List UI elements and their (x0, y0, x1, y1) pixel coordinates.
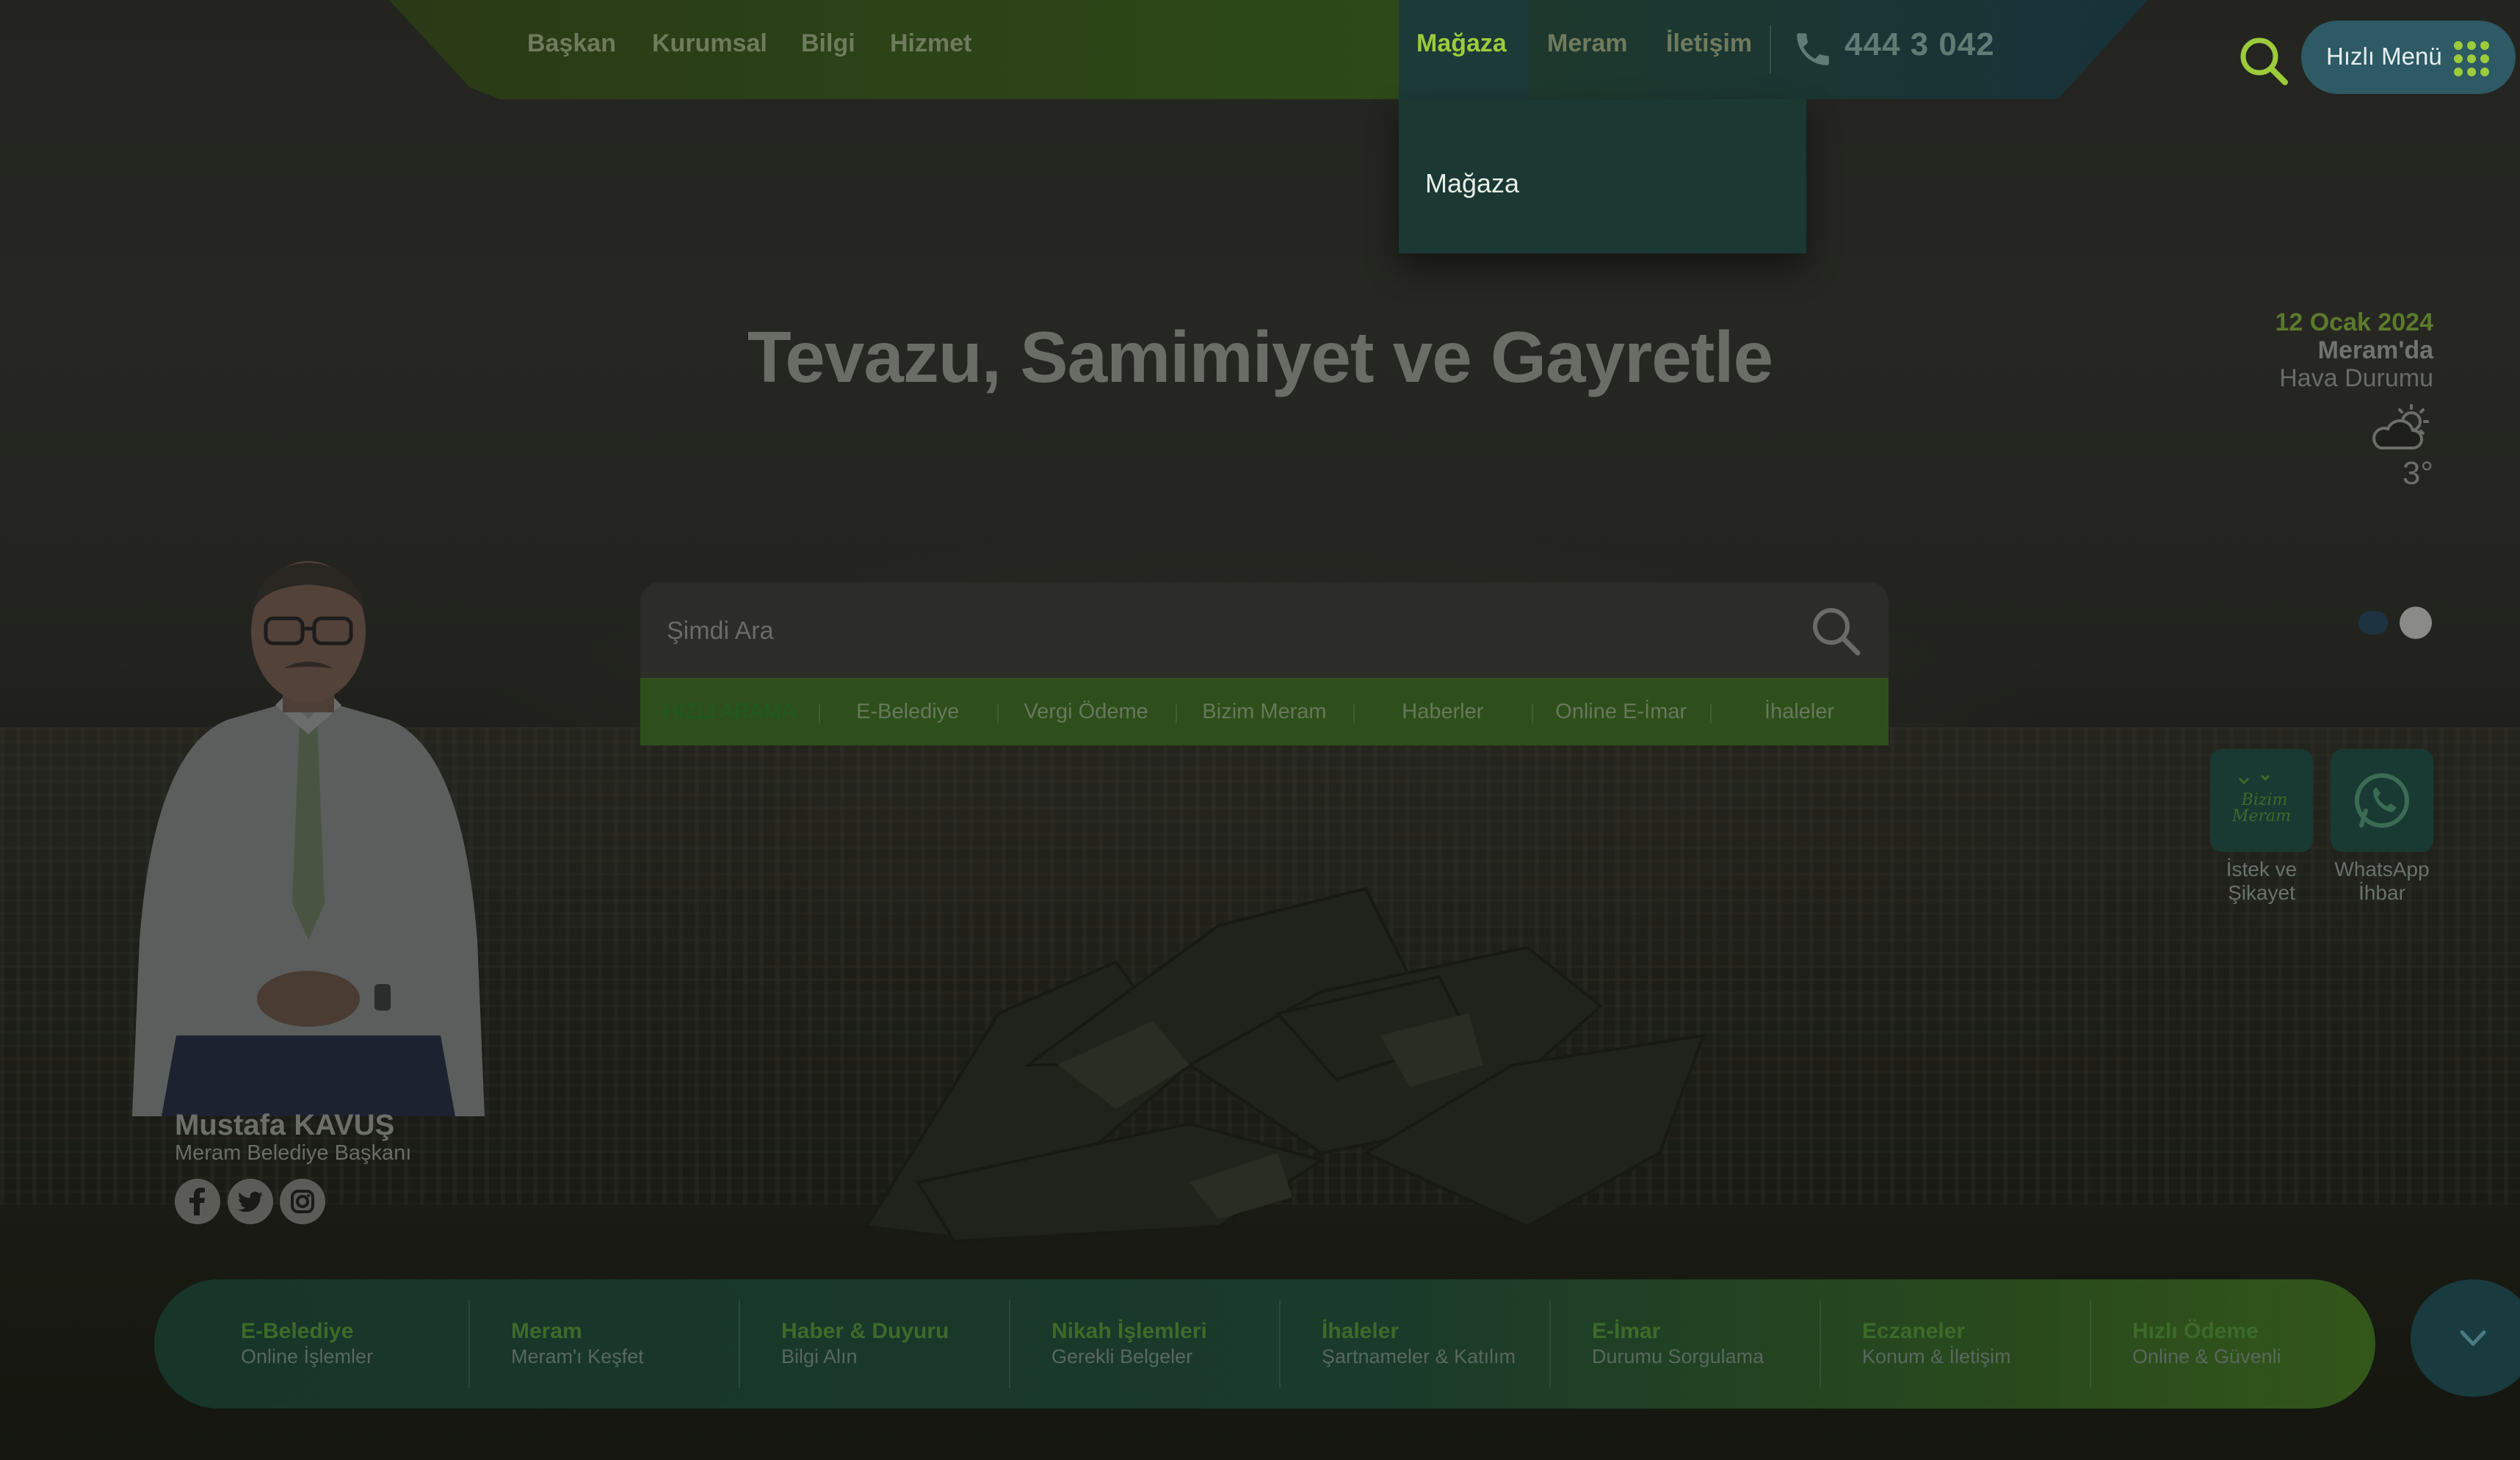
bottom-quick-links: E-Belediye Online İşlemler Meram Meram'ı… (154, 1279, 2375, 1409)
search-box (640, 582, 1889, 678)
quick-menu-label: Hızlı Menü (2326, 43, 2442, 70)
bottom-link-subtitle: Online İşlemler (241, 1345, 374, 1367)
bottom-link-nikah-islemleri[interactable]: Nikah İşlemleri Gerekli Belgeler (1009, 1300, 1279, 1388)
bottom-link-title: E-Belediye (241, 1319, 354, 1343)
bottom-link-hizli-odeme[interactable]: Hızlı Ödeme Online & Güvenli (2090, 1300, 2360, 1388)
partly-cloudy-icon (2372, 404, 2429, 449)
search-icon[interactable] (2237, 34, 2289, 87)
mayor-name: Mustafa KAVUŞ (175, 1109, 395, 1141)
bottom-link-ihaleler[interactable]: İhaleler Şartnameler & Katılım (1279, 1300, 1549, 1388)
nav-link-baskan[interactable]: Başkan (527, 29, 616, 58)
whatsapp-ihbar-button[interactable] (2331, 749, 2433, 852)
bottom-link-title: İhaleler (1322, 1319, 1400, 1343)
quick-search-label: HIZLI ARAMA (663, 699, 796, 723)
phone-number[interactable]: 444 3 042 (1844, 26, 1995, 63)
bottom-link-e-belediye[interactable]: E-Belediye Online İşlemler (198, 1300, 468, 1388)
istek-sikayet-label-line2: Şikayet (2228, 881, 2295, 904)
facebook-icon[interactable] (175, 1179, 220, 1224)
search-input[interactable] (667, 609, 1768, 653)
instagram-icon[interactable] (280, 1179, 325, 1224)
nav-link-kurumsal[interactable]: Kurumsal (652, 29, 767, 58)
weather-widget: 12 Ocak 2024 Meram'da Hava Durumu 3° (2198, 308, 2433, 499)
bottom-link-haber-duyuru[interactable]: Haber & Duyuru Bilgi Alın (739, 1300, 1009, 1388)
nav-divider (1770, 25, 1771, 73)
bottom-link-title: Eczaneler (1862, 1319, 1966, 1343)
weather-label: Hava Durumu (2279, 364, 2433, 392)
quick-search-e-belediye[interactable]: E-Belediye (818, 700, 997, 724)
weather-date: 12 Ocak 2024 (2275, 308, 2433, 336)
quick-search-vergi-odeme[interactable]: Vergi Ödeme (996, 700, 1176, 724)
quick-menu-button[interactable]: Hızlı Menü (2301, 21, 2516, 94)
bizim-meram-logo: Bizim Meram (2231, 774, 2291, 825)
istek-sikayet-label-line1: İstek ve (2226, 858, 2298, 881)
whatsapp-ihbar-label-line2: İhbar (2358, 881, 2405, 904)
nav-link-hizmet[interactable]: Hizmet (890, 29, 971, 58)
quick-search-bizim-meram[interactable]: Bizim Meram (1175, 700, 1354, 724)
twitter-icon[interactable] (228, 1179, 273, 1224)
search-submit-icon[interactable] (1809, 604, 1862, 657)
bottom-link-subtitle: Durumu Sorgulama (1592, 1345, 1764, 1367)
hero-title: Tevazu, Samimiyet ve Gayretle (747, 317, 1773, 397)
nav-link-iletisim[interactable]: İletişim (1666, 29, 1752, 58)
istek-sikayet-label: İstek ve Şikayet (2195, 858, 2328, 905)
quick-search-bar: HIZLI ARAMA E-Belediye Vergi Ödeme Bizim… (640, 678, 1889, 745)
weather-place: Meram'da (2317, 336, 2433, 364)
chevron-down-icon (2460, 1330, 2486, 1346)
bottom-link-title: Nikah İşlemleri (1051, 1319, 1207, 1343)
whatsapp-ihbar-label-line1: WhatsApp (2334, 858, 2430, 881)
monument-sculpture (863, 886, 1706, 1243)
bottom-link-subtitle: Meram'ı Keşfet (511, 1345, 644, 1367)
bottom-link-title: E-İmar (1592, 1319, 1661, 1343)
bottom-link-title: Meram (511, 1319, 582, 1343)
whatsapp-icon (2355, 773, 2409, 828)
grid-icon (2454, 41, 2489, 76)
mayor-title: Meram Belediye Başkanı (175, 1141, 412, 1165)
quick-search-haberler[interactable]: Haberler (1353, 700, 1532, 724)
bizim-meram-button[interactable]: Bizim Meram (2210, 749, 2313, 852)
nav-link-meram[interactable]: Meram (1547, 29, 1628, 58)
magaza-dropdown: Mağaza (1399, 99, 1806, 253)
bottom-link-meram[interactable]: Meram Meram'ı Keşfet (468, 1300, 739, 1388)
dropdown-item-magaza[interactable]: Mağaza (1425, 168, 1519, 199)
bottom-link-title: Hızlı Ödeme (2132, 1319, 2259, 1343)
bottom-link-subtitle: Şartnameler & Katılım (1322, 1345, 1516, 1367)
svg-text:Meram: Meram (2231, 807, 2291, 825)
nav-link-bilgi[interactable]: Bilgi (801, 29, 855, 58)
quick-search-online-e-imar[interactable]: Online E-İmar (1532, 700, 1710, 724)
bottom-link-e-imar[interactable]: E-İmar Durumu Sorgulama (1549, 1300, 1820, 1388)
slider-dot-active[interactable] (2400, 607, 2432, 639)
bottom-link-subtitle: Bilgi Alın (781, 1345, 858, 1367)
bottom-link-subtitle: Gerekli Belgeler (1051, 1345, 1193, 1367)
bottom-link-eczaneler[interactable]: Eczaneler Konum & İletişim (1820, 1300, 2090, 1388)
mayor-portrait (132, 561, 485, 1116)
scroll-down-button[interactable] (2411, 1279, 2520, 1397)
bottom-link-subtitle: Online & Güvenli (2132, 1345, 2281, 1367)
quick-search-ihaleler[interactable]: İhaleler (1710, 700, 1889, 724)
bottom-link-title: Haber & Duyuru (781, 1319, 949, 1343)
weather-temperature: 3° (2402, 455, 2433, 491)
slider-dot[interactable] (2358, 611, 2388, 635)
bottom-link-subtitle: Konum & İletişim (1862, 1345, 2011, 1367)
phone-icon (1797, 33, 1829, 65)
whatsapp-ihbar-label: WhatsApp İhbar (2316, 858, 2448, 905)
nav-link-magaza[interactable]: Mağaza (1416, 29, 1507, 58)
